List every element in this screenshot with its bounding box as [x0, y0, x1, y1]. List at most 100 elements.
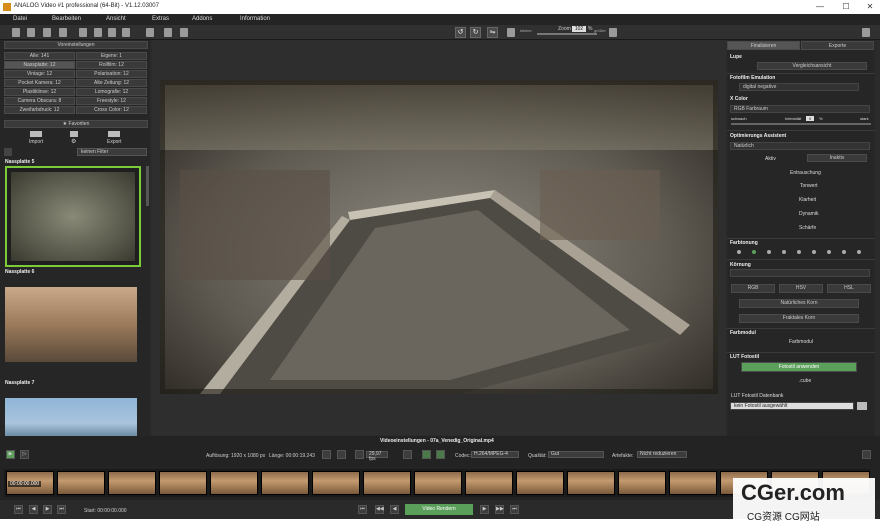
film-frame[interactable]: [159, 471, 207, 495]
presets-header[interactable]: Voreinstellungen: [4, 41, 148, 49]
toning-swatch[interactable]: [767, 250, 771, 254]
fractal-grain-button[interactable]: Fraktales Korn: [739, 314, 859, 323]
preset-button[interactable]: Pocket Kamera: 12: [4, 79, 75, 87]
denoise-label[interactable]: Entrauschung: [790, 170, 821, 176]
histogram-icon[interactable]: [180, 28, 188, 37]
color-module-label[interactable]: Farbmodul: [789, 339, 813, 345]
rewind-icon[interactable]: ◀◀: [375, 505, 384, 514]
lut-db-select[interactable]: kein Fotostil ausgewählt: [730, 402, 854, 410]
menu-addons[interactable]: Addons: [192, 16, 212, 22]
thumb-nassplatte-7[interactable]: [5, 398, 137, 440]
preset-button[interactable]: Plastiklinse: 12: [4, 88, 75, 96]
preset-button[interactable]: Zweifarbdruck: 12: [4, 106, 75, 114]
save-icon[interactable]: [79, 28, 87, 37]
to-end-icon-2[interactable]: ⏭: [510, 505, 519, 514]
preset-button[interactable]: Alle: 141: [4, 52, 75, 60]
codec-select[interactable]: H.264/MPEG-4: [471, 451, 519, 458]
xcolor-select[interactable]: RGB Farbraum: [730, 105, 870, 113]
menu-datei[interactable]: Datei: [13, 16, 27, 22]
thumb-nassplatte-5[interactable]: [5, 166, 141, 267]
film-icon[interactable]: [108, 28, 116, 37]
toning-swatch[interactable]: [782, 250, 786, 254]
apply-lut-button[interactable]: Fotostil anwenden: [741, 362, 857, 372]
zoom-slider[interactable]: [537, 33, 597, 35]
preview-image[interactable]: [155, 75, 723, 399]
thumb-scrollbar[interactable]: [146, 166, 149, 206]
tab-export[interactable]: Exporte: [801, 41, 874, 50]
to-end-icon[interactable]: ⏭: [57, 505, 66, 514]
preset-button[interactable]: Rollfilm: 12: [76, 61, 147, 69]
step-forward-icon[interactable]: ▶: [43, 505, 52, 514]
maximize-button[interactable]: ☐: [836, 0, 856, 14]
assist-select[interactable]: Natürlich: [730, 142, 870, 150]
preset-button[interactable]: Cross Color: 12: [76, 106, 147, 114]
dynamic-label[interactable]: Dynamik: [799, 211, 818, 217]
settings-icon[interactable]: [403, 450, 412, 459]
to-start-icon[interactable]: ⏮: [14, 505, 23, 514]
tone-label[interactable]: Tonwert: [800, 183, 818, 189]
menu-ansicht[interactable]: Ansicht: [106, 16, 126, 22]
mirror-icon[interactable]: ⇋: [487, 27, 498, 38]
artifacts-select[interactable]: Nicht reduzieren: [637, 451, 687, 458]
clarity-label[interactable]: Klarheit: [799, 197, 816, 203]
play-outline-icon[interactable]: ▷: [20, 450, 29, 459]
film-frame[interactable]: [618, 471, 666, 495]
preset-button[interactable]: Camera Obscura: 8: [4, 97, 75, 105]
zoom-value[interactable]: 102: [572, 26, 586, 32]
fps-select[interactable]: 29,97 fps: [366, 451, 388, 462]
audio-icon[interactable]: [422, 450, 431, 459]
rotate-left-icon[interactable]: ↺: [455, 27, 466, 38]
preset-button[interactable]: Polarisation: 12: [76, 70, 147, 78]
quality-select[interactable]: Gut: [548, 451, 604, 458]
step-back-icon[interactable]: ◀: [29, 505, 38, 514]
list-icon[interactable]: [146, 28, 154, 37]
preset-button[interactable]: Freestyle: 12: [76, 97, 147, 105]
settings-icon[interactable]: [164, 28, 172, 37]
grid-icon[interactable]: [122, 28, 130, 37]
gear-icon[interactable]: ⚙: [71, 138, 76, 145]
export-label[interactable]: Export: [107, 139, 121, 145]
copy-icon[interactable]: [43, 28, 51, 37]
toning-swatch[interactable]: [752, 250, 756, 254]
film-frame[interactable]: [567, 471, 615, 495]
favorites-button[interactable]: ★ Favoriten: [4, 120, 148, 128]
close-button[interactable]: ✕: [860, 0, 880, 14]
screen-icon[interactable]: [322, 450, 331, 459]
sharpness-label[interactable]: Schärfe: [799, 225, 816, 231]
timer-icon[interactable]: [355, 450, 364, 459]
cube-label[interactable]: .cube: [799, 378, 811, 384]
film-frame[interactable]: [516, 471, 564, 495]
preset-button[interactable]: Vintage: 12: [4, 70, 75, 78]
rotate-right-icon[interactable]: ↻: [470, 27, 481, 38]
compare-button[interactable]: Vergleichsansicht: [757, 62, 867, 70]
toning-swatch[interactable]: [797, 250, 801, 254]
film-frame[interactable]: [261, 471, 309, 495]
film-frame[interactable]: [465, 471, 513, 495]
rgb-button[interactable]: RGB: [731, 284, 775, 293]
folder-icon[interactable]: [857, 402, 867, 410]
film-frame[interactable]: [363, 471, 411, 495]
film-frame[interactable]: [312, 471, 360, 495]
toning-swatch[interactable]: [857, 250, 861, 254]
minimize-button[interactable]: —: [810, 0, 830, 14]
intensity-slider[interactable]: [731, 123, 871, 125]
hsv-button[interactable]: HSV: [779, 284, 823, 293]
filter-select[interactable]: keinen Filter: [77, 148, 147, 156]
film-frame[interactable]: [210, 471, 258, 495]
preset-button[interactable]: Alte Zeitung: 12: [76, 79, 147, 87]
toning-swatch[interactable]: [827, 250, 831, 254]
collection-icon[interactable]: [70, 131, 78, 137]
toning-swatch[interactable]: [812, 250, 816, 254]
film-emulation-select[interactable]: digital negative: [739, 83, 859, 91]
preset-button[interactable]: Eigene: 1: [76, 52, 147, 60]
thumb-nassplatte-6[interactable]: [5, 287, 137, 362]
tab-finalize[interactable]: Finalisieren: [727, 41, 800, 50]
toning-swatch[interactable]: [842, 250, 846, 254]
preset-button[interactable]: Nassplatte: 12: [4, 61, 75, 69]
open-file-icon[interactable]: [27, 28, 35, 37]
export-icon[interactable]: [108, 131, 120, 137]
menu-information[interactable]: Information: [240, 16, 270, 22]
preset-button[interactable]: Lomografie: 12: [76, 88, 147, 96]
new-file-icon[interactable]: [12, 28, 20, 37]
toning-swatch[interactable]: [737, 250, 741, 254]
